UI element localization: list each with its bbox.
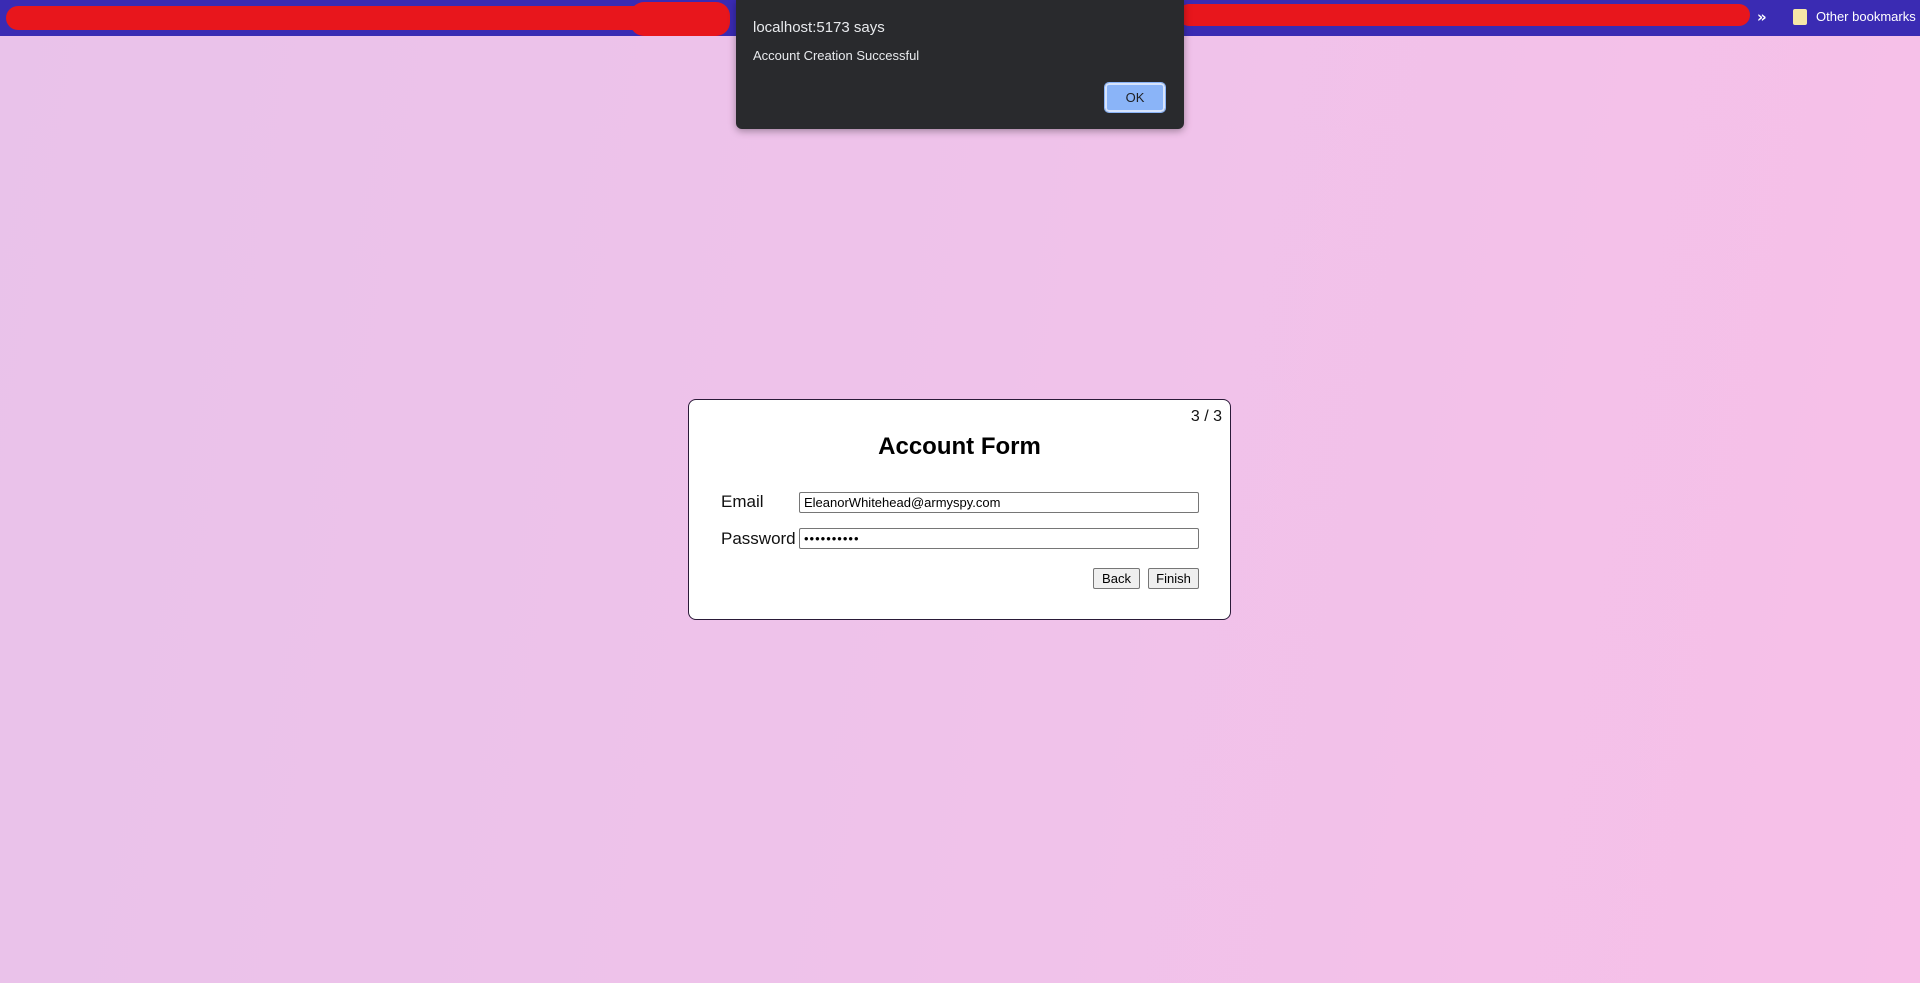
ok-button[interactable]: OK (1104, 82, 1166, 113)
bookmarks-overflow-icon[interactable]: » (1757, 8, 1767, 26)
step-counter: 3 / 3 (1190, 408, 1222, 425)
account-form-card: 3 / 3 Account Form Email Password Back F… (688, 399, 1231, 620)
redaction-mark (1178, 4, 1750, 26)
folder-icon (1793, 9, 1807, 25)
other-bookmarks-link[interactable]: Other bookmarks (1816, 9, 1916, 24)
form-title: Account Form (878, 433, 1041, 460)
finish-button[interactable]: Finish (1148, 568, 1199, 589)
email-label: Email (721, 492, 764, 511)
password-field[interactable] (799, 528, 1199, 549)
back-button[interactable]: Back (1093, 568, 1140, 589)
alert-dialog: localhost:5173 says Account Creation Suc… (736, 0, 1184, 129)
password-label: Password (721, 529, 796, 548)
redaction-mark (6, 6, 726, 30)
alert-title: localhost:5173 says (753, 19, 885, 36)
email-field[interactable] (799, 492, 1199, 513)
redaction-mark (630, 2, 730, 36)
alert-message: Account Creation Successful (753, 48, 920, 63)
